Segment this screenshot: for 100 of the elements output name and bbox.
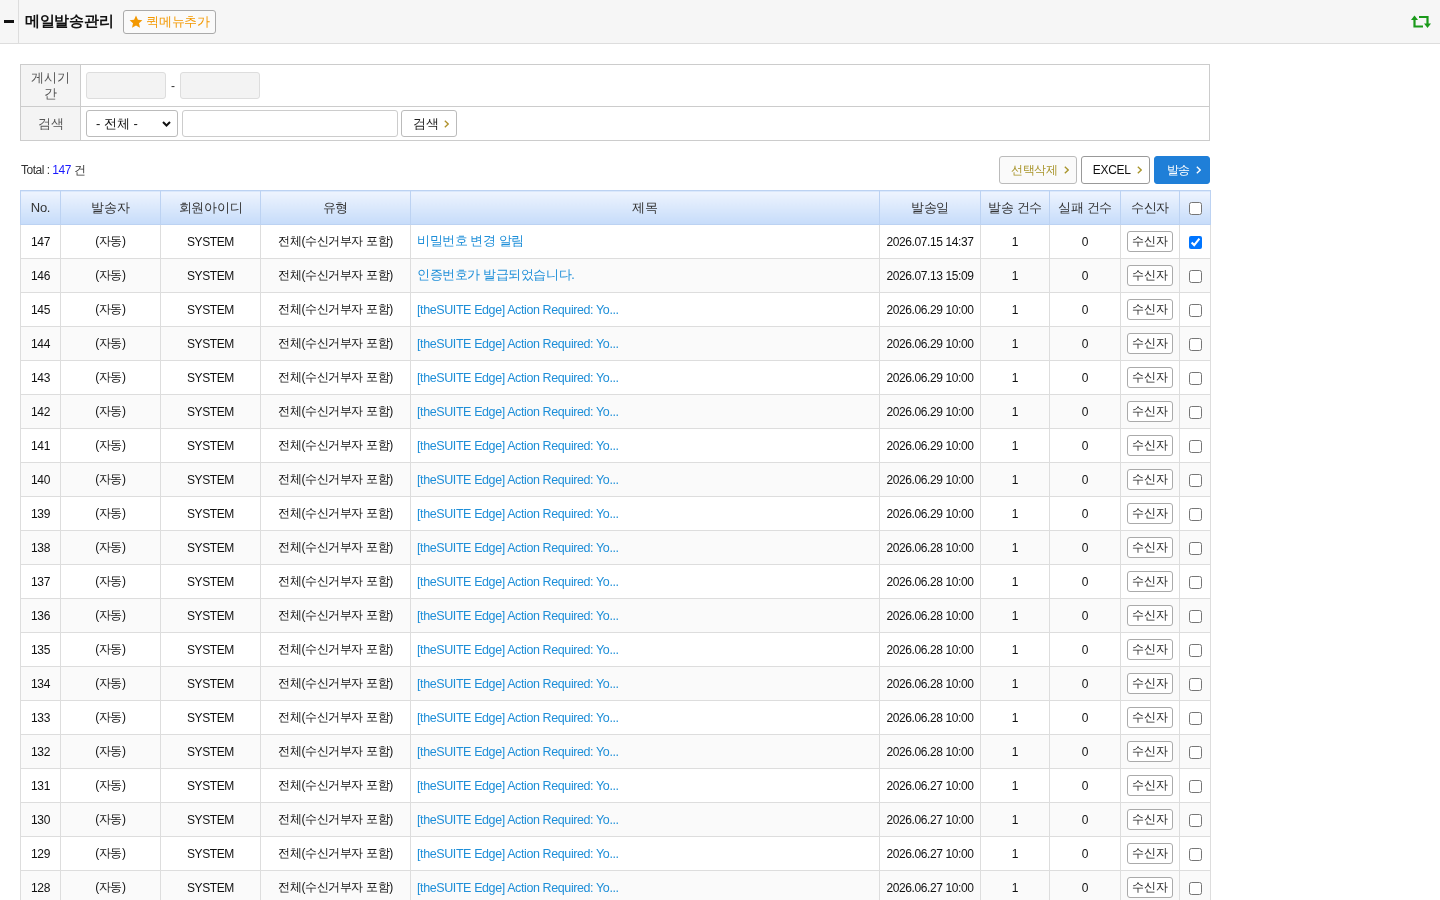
recipients-button[interactable]: 수신자: [1127, 469, 1173, 490]
row-checkbox[interactable]: [1188, 405, 1202, 419]
recipients-button[interactable]: 수신자: [1127, 299, 1173, 320]
table-cell: (자동): [60, 598, 161, 633]
subject-link[interactable]: [theSUITE Edge] Action Required: Yo...: [417, 812, 619, 827]
row-checkbox[interactable]: [1188, 541, 1202, 555]
row-checkbox[interactable]: [1188, 813, 1202, 827]
category-dropdown[interactable]: - 전체 -: [86, 110, 178, 137]
excel-export-button[interactable]: EXCEL: [1080, 156, 1150, 184]
table-cell: SYSTEM: [160, 394, 261, 429]
subject-link[interactable]: [theSUITE Edge] Action Required: Yo...: [417, 302, 619, 317]
recipients-button[interactable]: 수신자: [1127, 503, 1173, 524]
subject-link[interactable]: [theSUITE Edge] Action Required: Yo...: [417, 404, 619, 419]
table-cell: 0: [1049, 802, 1121, 837]
row-checkbox[interactable]: [1188, 575, 1202, 589]
recipients-button[interactable]: 수신자: [1127, 605, 1173, 626]
recipients-button[interactable]: 수신자: [1127, 537, 1173, 558]
table-cell: 133: [20, 700, 61, 735]
table-cell: (자동): [60, 224, 161, 259]
table-cell: 전체(수신거부자 포함): [260, 768, 411, 803]
subject-link[interactable]: [theSUITE Edge] Action Required: Yo...: [417, 336, 619, 351]
table-cell: 1: [980, 666, 1050, 701]
row-checkbox[interactable]: [1188, 473, 1202, 487]
table-cell: SYSTEM: [160, 496, 261, 531]
select-all-checkbox[interactable]: [1188, 202, 1202, 216]
recipients-button[interactable]: 수신자: [1127, 435, 1173, 456]
recipients-button[interactable]: 수신자: [1127, 639, 1173, 660]
row-checkbox[interactable]: [1188, 439, 1202, 453]
recipients-button[interactable]: 수신자: [1127, 367, 1173, 388]
subject-link[interactable]: [theSUITE Edge] Action Required: Yo...: [417, 506, 619, 521]
row-checkbox[interactable]: [1188, 881, 1202, 895]
row-checkbox[interactable]: [1188, 609, 1202, 623]
table-cell: 146: [20, 258, 61, 293]
table-cell: SYSTEM: [160, 632, 261, 667]
table-cell: 전체(수신거부자 포함): [260, 598, 411, 633]
subject-link[interactable]: [theSUITE Edge] Action Required: Yo...: [417, 472, 619, 487]
table-cell: 0: [1049, 666, 1121, 701]
table-cell: 145: [20, 292, 61, 327]
recipients-button[interactable]: 수신자: [1127, 231, 1173, 252]
subject-link[interactable]: [theSUITE Edge] Action Required: Yo...: [417, 642, 619, 657]
recipients-button[interactable]: 수신자: [1127, 707, 1173, 728]
row-checkbox[interactable]: [1188, 235, 1202, 249]
recipients-button[interactable]: 수신자: [1127, 333, 1173, 354]
recipients-button[interactable]: 수신자: [1127, 401, 1173, 422]
row-checkbox[interactable]: [1188, 643, 1202, 657]
search-button[interactable]: 검색: [401, 110, 457, 137]
row-checkbox[interactable]: [1188, 507, 1202, 521]
table-cell: 1: [980, 428, 1050, 463]
subject-link[interactable]: [theSUITE Edge] Action Required: Yo...: [417, 846, 619, 861]
table-cell: 139: [20, 496, 61, 531]
table-cell: SYSTEM: [160, 326, 261, 361]
recipients-button[interactable]: 수신자: [1127, 843, 1173, 864]
table-cell: 0: [1049, 394, 1121, 429]
subject-link[interactable]: [theSUITE Edge] Action Required: Yo...: [417, 438, 619, 453]
table-cell: 2026.06.28 10:00: [879, 666, 981, 701]
table-cell: (자동): [60, 360, 161, 395]
send-button[interactable]: 발송: [1153, 156, 1210, 184]
subject-link[interactable]: [theSUITE Edge] Action Required: Yo...: [417, 676, 619, 691]
table-cell: SYSTEM: [160, 462, 261, 497]
table-cell: 전체(수신거부자 포함): [260, 326, 411, 361]
recipients-button[interactable]: 수신자: [1127, 265, 1173, 286]
table-cell: 전체(수신거부자 포함): [260, 632, 411, 667]
row-checkbox[interactable]: [1188, 677, 1202, 691]
field-label: 검색: [20, 106, 81, 141]
table-cell: (자동): [60, 530, 161, 565]
table-cell: 0: [1049, 224, 1121, 259]
chevron-right-icon: [1196, 166, 1201, 174]
table-cell: 2026.06.28 10:00: [879, 632, 981, 667]
row-checkbox[interactable]: [1188, 269, 1202, 283]
recipients-button[interactable]: 수신자: [1127, 741, 1173, 762]
table-cell: (자동): [60, 326, 161, 361]
range-separator: -: [171, 78, 175, 93]
subject-link[interactable]: [theSUITE Edge] Action Required: Yo...: [417, 710, 619, 725]
row-checkbox[interactable]: [1188, 337, 1202, 351]
row-checkbox[interactable]: [1188, 745, 1202, 759]
recipients-button[interactable]: 수신자: [1127, 571, 1173, 592]
recipients-button[interactable]: 수신자: [1127, 809, 1173, 830]
recipients-button[interactable]: 수신자: [1127, 775, 1173, 796]
row-checkbox[interactable]: [1188, 847, 1202, 861]
refresh-icon[interactable]: [1411, 15, 1431, 28]
subject-link[interactable]: [theSUITE Edge] Action Required: Yo...: [417, 370, 619, 385]
subject-link[interactable]: [theSUITE Edge] Action Required: Yo...: [417, 778, 619, 793]
subject-link[interactable]: 인증번호가 발급되었습니다.: [417, 268, 575, 282]
row-checkbox[interactable]: [1188, 779, 1202, 793]
table-cell: 0: [1049, 632, 1121, 667]
subject-link[interactable]: [theSUITE Edge] Action Required: Yo...: [417, 574, 619, 589]
subject-link[interactable]: [theSUITE Edge] Action Required: Yo...: [417, 608, 619, 623]
keyword-field[interactable]: [182, 110, 398, 137]
row-checkbox[interactable]: [1188, 303, 1202, 317]
recipients-button[interactable]: 수신자: [1127, 673, 1173, 694]
subject-link[interactable]: 비밀번호 변경 알림: [417, 234, 524, 248]
row-checkbox[interactable]: [1188, 711, 1202, 725]
subject-link[interactable]: [theSUITE Edge] Action Required: Yo...: [417, 540, 619, 555]
row-checkbox[interactable]: [1188, 371, 1202, 385]
table-cell: 1: [980, 632, 1050, 667]
table-cell: (자동): [60, 802, 161, 837]
table-cell: 2026.06.29 10:00: [879, 462, 981, 497]
table-cell: (자동): [60, 836, 161, 871]
recipients-button[interactable]: 수신자: [1127, 877, 1173, 898]
subject-link[interactable]: [theSUITE Edge] Action Required: Yo...: [417, 744, 619, 759]
